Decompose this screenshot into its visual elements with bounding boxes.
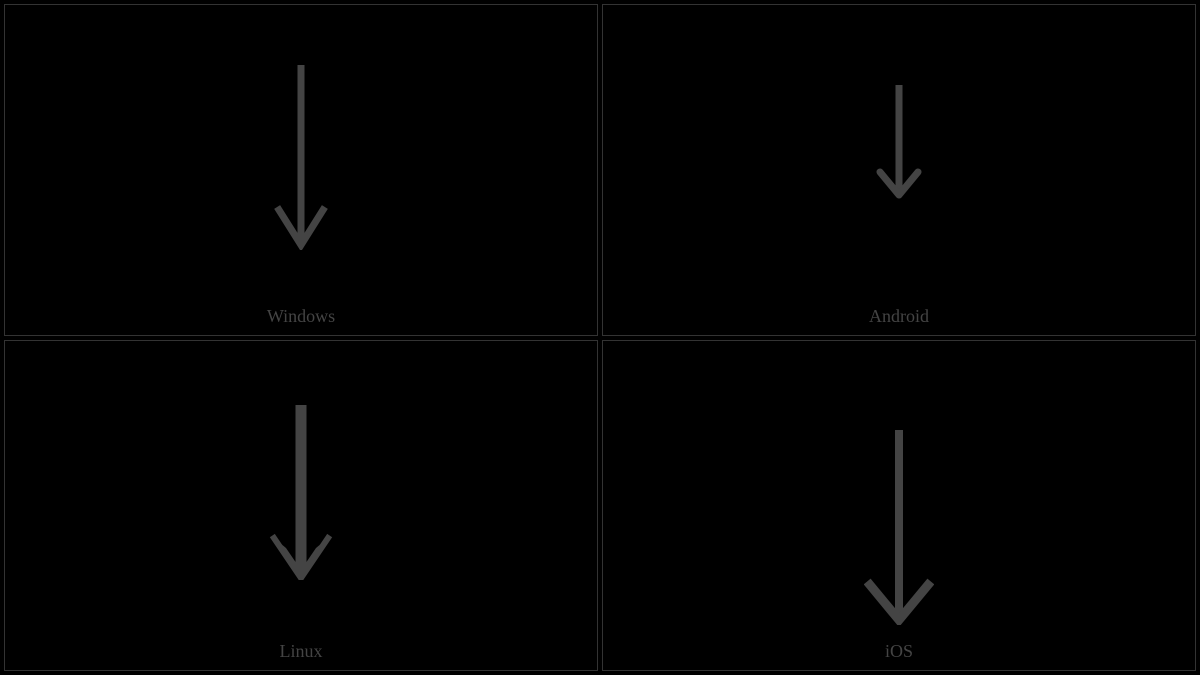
platform-label: Android [869,306,929,327]
glyph-cell-ios: iOS [602,340,1196,672]
glyph-cell-linux: Linux [4,340,598,672]
down-arrow-icon [874,80,924,200]
down-arrow-icon [271,60,331,250]
down-arrow-icon [864,425,934,625]
glyph-cell-android: Android [602,4,1196,336]
platform-label: iOS [885,641,913,662]
platform-label: Linux [280,641,323,662]
glyph-cell-windows: Windows [4,4,598,336]
down-arrow-icon [266,400,336,580]
platform-label: Windows [267,306,335,327]
